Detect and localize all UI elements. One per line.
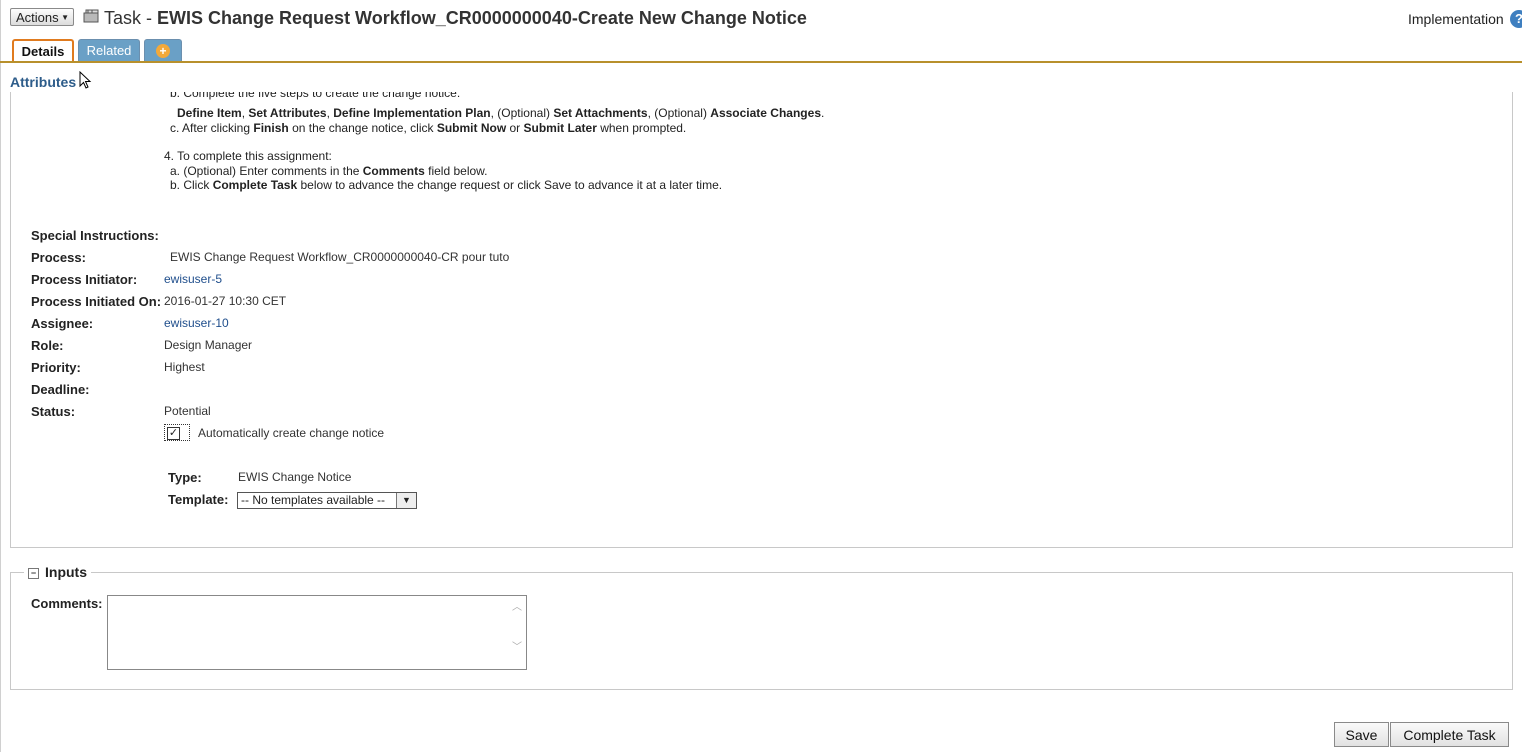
instruction-bold: Complete Task xyxy=(212,178,298,192)
priority-label: Priority: xyxy=(31,360,81,375)
template-label: Template: xyxy=(168,492,229,507)
dropdown-caret-icon: ▼ xyxy=(61,13,69,22)
instruction-line-4b: b. Click Complete Task below to advance … xyxy=(170,178,722,192)
deadline-label: Deadline: xyxy=(31,382,90,397)
inputs-section-title[interactable]: − Inputs xyxy=(24,564,91,580)
special-instructions-label: Special Instructions: xyxy=(31,228,159,243)
help-icon[interactable]: ? xyxy=(1510,10,1522,28)
role-value: Design Manager xyxy=(164,338,253,352)
save-button[interactable]: Save xyxy=(1334,722,1389,747)
tab-add[interactable]: + xyxy=(144,39,182,62)
title-main: EWIS Change Request Workflow_CR000000004… xyxy=(157,8,807,28)
optional-text: (Optional) xyxy=(497,106,550,120)
tab-divider xyxy=(0,61,1522,63)
task-icon xyxy=(83,9,99,23)
instruction-line-4a: a. (Optional) Enter comments in the Comm… xyxy=(170,164,488,178)
auto-create-checkbox[interactable]: ✓ xyxy=(164,424,190,441)
actions-menu-button[interactable]: Actions ▼ xyxy=(10,8,74,26)
type-label: Type: xyxy=(168,470,202,485)
assignee-link[interactable]: ewisuser-10 xyxy=(164,316,229,330)
instruction-bold: Submit Now xyxy=(436,121,507,135)
instruction-text: below to advance the change request or c… xyxy=(300,178,723,192)
role-label: Role: xyxy=(31,338,64,353)
instruction-bold: Submit Later xyxy=(523,121,597,135)
instruction-line-4: 4. To complete this assignment: xyxy=(164,149,332,163)
context-label: Implementation xyxy=(1408,11,1504,27)
comments-label: Comments: xyxy=(31,596,103,611)
actions-label: Actions xyxy=(16,10,59,25)
instruction-text: or xyxy=(509,121,521,135)
step-set-attributes: Set Attributes xyxy=(248,106,327,120)
instruction-text: when prompted. xyxy=(600,121,687,135)
optional-text: (Optional) xyxy=(654,106,707,120)
tab-related[interactable]: Related xyxy=(78,39,140,62)
instruction-line-cut: b. Complete the five steps to create the… xyxy=(170,92,460,101)
instruction-text: b. Complete the five steps to create the… xyxy=(170,92,461,100)
instruction-steps: Define Item, Set Attributes, Define Impl… xyxy=(177,106,825,120)
initiator-label: Process Initiator: xyxy=(31,272,138,287)
initiator-link[interactable]: ewisuser-5 xyxy=(164,272,222,286)
instruction-line-c: c. After clicking Finish on the change n… xyxy=(170,121,686,135)
title-prefix: Task - xyxy=(104,8,153,28)
status-value: Potential xyxy=(164,404,211,418)
step-define-item: Define Item xyxy=(177,106,242,120)
inputs-title-text: Inputs xyxy=(45,564,87,580)
auto-create-label: Automatically create change notice xyxy=(198,426,385,440)
add-tab-icon: + xyxy=(156,44,170,58)
instruction-text: a. (Optional) Enter comments in the xyxy=(170,164,360,178)
instruction-text: field below. xyxy=(428,164,488,178)
step-set-attachments: Set Attachments xyxy=(553,106,648,120)
step-define-plan: Define Implementation Plan xyxy=(333,106,491,120)
attributes-section-title[interactable]: Attributes xyxy=(10,74,76,90)
mouse-cursor-icon xyxy=(79,71,92,89)
page-title: Task - EWIS Change Request Workflow_CR00… xyxy=(104,7,807,29)
instruction-bold: Finish xyxy=(253,121,289,135)
initiated-on-label: Process Initiated On: xyxy=(31,294,162,309)
process-value: EWIS Change Request Workflow_CR000000004… xyxy=(170,250,510,264)
assignee-label: Assignee: xyxy=(31,316,94,331)
instruction-text: c. After clicking xyxy=(170,121,251,135)
instruction-text: b. Click xyxy=(170,178,210,192)
template-selected-value: -- No templates available -- xyxy=(241,493,386,507)
checkmark-icon: ✓ xyxy=(167,427,180,440)
priority-value: Highest xyxy=(164,360,205,374)
template-select[interactable]: -- No templates available -- ▼ xyxy=(237,492,417,509)
status-label: Status: xyxy=(31,404,76,419)
instruction-bold: Comments xyxy=(362,164,425,178)
process-label: Process: xyxy=(31,250,86,265)
window-border xyxy=(0,0,1,752)
chevron-down-icon: ▼ xyxy=(396,493,416,508)
type-value: EWIS Change Notice xyxy=(238,470,352,484)
scroll-down-icon[interactable]: ﹀ xyxy=(512,638,522,653)
tab-details[interactable]: Details xyxy=(12,39,74,62)
step-associate: Associate Changes xyxy=(710,106,821,120)
complete-task-button[interactable]: Complete Task xyxy=(1390,722,1509,747)
collapse-icon[interactable]: − xyxy=(28,568,39,579)
scroll-up-icon[interactable]: ︿ xyxy=(512,598,522,613)
comments-textarea[interactable]: ︿ ﹀ xyxy=(107,595,527,670)
instruction-text: on the change notice, click xyxy=(292,121,434,135)
initiated-on-value: 2016-01-27 10:30 CET xyxy=(164,294,287,308)
